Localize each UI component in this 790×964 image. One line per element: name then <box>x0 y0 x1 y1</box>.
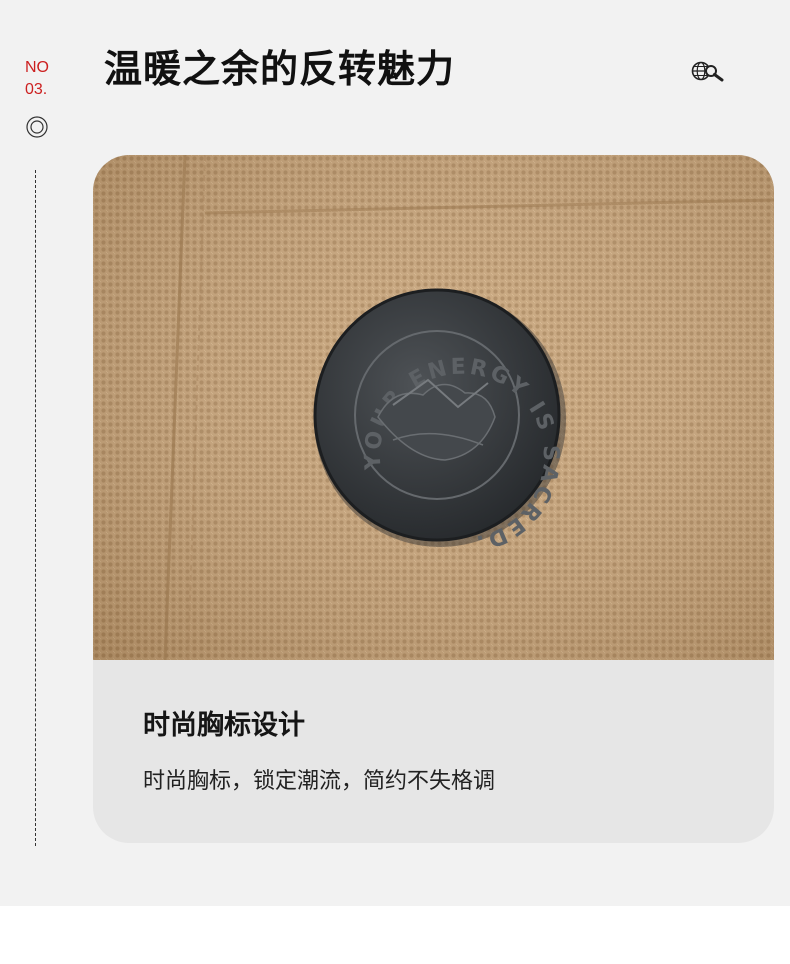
section-number-value: 03. <box>25 81 48 98</box>
caption-title: 时尚胸标设计 <box>143 710 305 741</box>
feature-card: YOUR ENERGY IS SACRED. 时尚胸标设计 时尚胸标，锁定潮流，… <box>93 155 774 843</box>
caption-description: 时尚胸标，锁定潮流，简约不失格调 <box>143 769 496 794</box>
content-panel: NO 03. 温暖之余的反转魅力 YO ENERGY IS SACRED. 时尚… <box>0 0 790 906</box>
section-title: 温暖之余的反转魅力 <box>104 47 456 91</box>
globe-search-icon <box>691 61 724 82</box>
timeline-divider <box>35 170 36 846</box>
product-photo: YOUR ENERGY IS SACRED. <box>93 155 774 660</box>
section-number-prefix: NO <box>25 59 49 76</box>
double-circle-icon <box>26 116 48 138</box>
section-number: NO 03. <box>25 57 49 101</box>
